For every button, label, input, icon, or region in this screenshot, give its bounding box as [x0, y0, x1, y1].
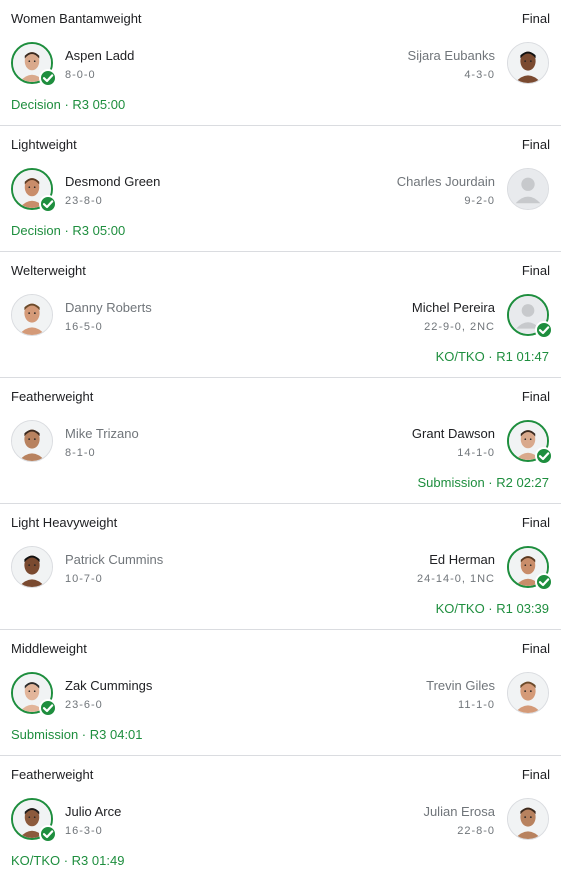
fight-result: KO/TKO · R3 01:49	[11, 853, 125, 868]
weight-class: Middleweight	[11, 641, 87, 656]
fighter-name-left[interactable]: Desmond Green	[65, 174, 160, 189]
fight-result: KO/TKO · R1 01:47	[435, 349, 549, 364]
fighter-name-left[interactable]: Zak Cummings	[65, 678, 152, 693]
fighter-name-left[interactable]: Mike Trizano	[65, 426, 139, 441]
winner-check-icon	[535, 573, 553, 591]
fight-status: Final	[521, 137, 550, 152]
fighter-avatar-left[interactable]	[11, 546, 53, 588]
fighter-record-right: 24-14-0, 1NC	[416, 573, 495, 585]
fighter-name-left[interactable]: Patrick Cummins	[65, 552, 163, 567]
fight-result: Submission · R3 04:01	[11, 727, 143, 742]
fight-status: Final	[521, 263, 550, 278]
weight-class: Lightweight	[11, 137, 77, 152]
winner-check-icon	[39, 69, 57, 87]
winner-check-icon	[39, 195, 57, 213]
fight-status: Final	[521, 641, 550, 656]
fight-card[interactable]: Light Heavyweight Final Patrick Cummins …	[0, 504, 561, 630]
fighter-record-right: 9-2-0	[464, 195, 495, 207]
fight-card[interactable]: Featherweight Final Mike Trizano 8-1-0 G…	[0, 378, 561, 504]
fighter-avatar-left[interactable]	[11, 42, 57, 87]
fighter-avatar-right[interactable]	[507, 168, 549, 210]
winner-check-icon	[39, 699, 57, 717]
winner-check-icon	[535, 321, 553, 339]
fighter-record-right: 22-9-0, 2NC	[424, 321, 495, 333]
fighter-avatar-right[interactable]	[507, 294, 553, 339]
fight-result: KO/TKO · R1 03:39	[435, 601, 549, 616]
fighter-name-right[interactable]: Michel Pereira	[412, 300, 495, 315]
fight-card[interactable]: Women Bantamweight Final Aspen Ladd 8-0-…	[0, 0, 561, 126]
fighter-name-right[interactable]: Charles Jourdain	[397, 174, 495, 189]
fighter-record-left: 16-3-0	[65, 825, 103, 837]
fighter-name-right[interactable]: Ed Herman	[429, 552, 495, 567]
fighter-record-left: 16-5-0	[65, 321, 103, 333]
fight-card[interactable]: Welterweight Final Danny Roberts 16-5-0 …	[0, 252, 561, 378]
fighter-record-left: 8-1-0	[65, 447, 96, 459]
fight-results-list: Women Bantamweight Final Aspen Ladd 8-0-…	[0, 0, 561, 872]
fighter-avatar-right[interactable]	[507, 672, 549, 714]
fighter-avatar-right[interactable]	[507, 798, 549, 840]
fighter-record-left: 8-0-0	[65, 69, 96, 81]
fighter-name-right[interactable]: Sijara Eubanks	[408, 48, 495, 63]
fighter-name-right[interactable]: Julian Erosa	[423, 804, 495, 819]
fighter-record-left: 10-7-0	[65, 573, 103, 585]
fight-result: Submission · R2 02:27	[417, 475, 549, 490]
fighter-avatar-right[interactable]	[507, 420, 553, 465]
fighter-record-right: 11-1-0	[458, 699, 495, 711]
fighter-avatar-left[interactable]	[11, 798, 57, 843]
fighter-avatar-left[interactable]	[11, 420, 53, 462]
fighter-avatar-right[interactable]	[507, 42, 549, 84]
winner-check-icon	[535, 447, 553, 465]
fighter-record-right: 14-1-0	[457, 447, 495, 459]
fighter-avatar-left[interactable]	[11, 294, 53, 336]
fighter-avatar-right[interactable]	[507, 546, 553, 591]
fight-card[interactable]: Middleweight Final Zak Cummings 23-6-0 T…	[0, 630, 561, 756]
weight-class: Featherweight	[11, 389, 94, 404]
weight-class: Light Heavyweight	[11, 515, 118, 530]
fighter-name-right[interactable]: Grant Dawson	[412, 426, 495, 441]
fighter-name-left[interactable]: Danny Roberts	[65, 300, 152, 315]
fighter-record-left: 23-6-0	[65, 699, 103, 711]
fight-status: Final	[521, 389, 550, 404]
fight-status: Final	[521, 767, 550, 782]
fight-result: Decision · R3 05:00	[11, 97, 126, 112]
weight-class: Featherweight	[11, 767, 94, 782]
fighter-avatar-left[interactable]	[11, 168, 57, 213]
fighter-avatar-left[interactable]	[11, 672, 57, 717]
fight-card[interactable]: Featherweight Final Julio Arce 16-3-0 Ju…	[0, 756, 561, 872]
weight-class: Welterweight	[11, 263, 86, 278]
fight-result: Decision · R3 05:00	[11, 223, 126, 238]
fighter-record-right: 22-8-0	[457, 825, 495, 837]
winner-check-icon	[39, 825, 57, 843]
fight-status: Final	[521, 11, 550, 26]
fighter-record-right: 4-3-0	[464, 69, 495, 81]
fight-status: Final	[521, 515, 550, 530]
fight-card[interactable]: Lightweight Final Desmond Green 23-8-0 C…	[0, 126, 561, 252]
weight-class: Women Bantamweight	[11, 11, 142, 26]
fighter-record-left: 23-8-0	[65, 195, 103, 207]
fighter-name-left[interactable]: Aspen Ladd	[65, 48, 134, 63]
fighter-name-left[interactable]: Julio Arce	[65, 804, 121, 819]
fighter-name-right[interactable]: Trevin Giles	[426, 678, 495, 693]
